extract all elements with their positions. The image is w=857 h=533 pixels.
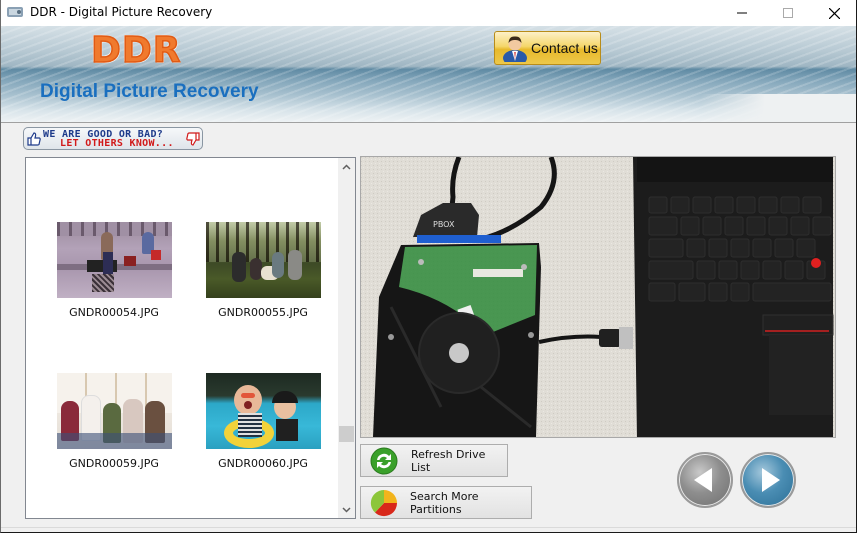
minimize-icon (737, 12, 747, 14)
file-thumbnail[interactable] (56, 373, 172, 449)
contact-us-button[interactable]: Contact us (494, 31, 601, 65)
file-name: GNDR00054.JPG (69, 306, 159, 319)
logo: DDR (90, 29, 182, 72)
file-item[interactable]: GNDR00055.JPG (203, 222, 323, 319)
support-person-icon (503, 36, 527, 62)
thumbs-up-icon (27, 132, 41, 146)
file-name: GNDR00060.JPG (218, 457, 308, 470)
header-banner: DDR Digital Picture Recovery Contact us (1, 26, 856, 122)
scroll-down-button[interactable] (338, 501, 355, 518)
file-name: GNDR00055.JPG (218, 306, 308, 319)
chevron-down-icon (342, 506, 351, 513)
title-bar: DDR - Digital Picture Recovery (1, 0, 856, 26)
feedback-line2: LET OTHERS KNOW... (60, 138, 174, 149)
file-item[interactable]: GNDR00059.JPG (54, 373, 174, 470)
window-title: DDR - Digital Picture Recovery (30, 5, 213, 19)
scroll-thumb[interactable] (339, 426, 354, 442)
app-window: DDR - Digital Picture Recovery DDR Digit… (0, 0, 857, 533)
refresh-icon (370, 447, 398, 474)
search-more-partitions-button[interactable]: Search More Partitions (360, 486, 532, 519)
thumbnail-grid: GNDR00054.JPG GNDR00055.JPG GNDR00059.JP… (26, 158, 339, 518)
minimize-button[interactable] (719, 0, 765, 26)
file-thumbnail[interactable] (205, 222, 321, 298)
close-icon (828, 7, 840, 19)
thumbs-down-icon (186, 132, 200, 146)
file-item[interactable]: GNDR00054.JPG (54, 222, 174, 319)
adapter-label: PBOX (433, 220, 455, 229)
search-more-partitions-label: Search More Partitions (410, 489, 479, 516)
refresh-drive-list-button[interactable]: Refresh Drive List (360, 444, 508, 477)
arrow-right-icon (761, 468, 780, 492)
refresh-drive-list-label: Refresh Drive List (411, 447, 486, 474)
arrow-left-icon (694, 468, 712, 492)
status-divider (1, 527, 856, 528)
pie-chart-icon (370, 489, 398, 516)
app-icon (7, 7, 23, 17)
drive-laptop-photo: PBOX (361, 157, 835, 437)
scroll-up-button[interactable] (338, 158, 355, 175)
feedback-button[interactable]: WE ARE GOOD OR BAD? LET OTHERS KNOW... (23, 127, 203, 150)
file-thumbnail[interactable] (56, 222, 172, 298)
next-button[interactable] (740, 452, 796, 508)
app-subtitle: Digital Picture Recovery (40, 81, 259, 102)
file-item[interactable]: GNDR00060.JPG (203, 373, 323, 470)
contact-us-label: Contact us (531, 40, 598, 56)
preview-image: PBOX (360, 156, 836, 438)
recovered-files-list[interactable]: GNDR00054.JPG GNDR00055.JPG GNDR00059.JP… (25, 157, 356, 519)
previous-button[interactable] (677, 452, 733, 508)
maximize-button[interactable] (765, 0, 811, 26)
banner-divider (1, 122, 856, 123)
close-button[interactable] (811, 0, 857, 26)
vertical-scrollbar[interactable] (338, 158, 355, 518)
file-name: GNDR00059.JPG (69, 457, 159, 470)
chevron-up-icon (342, 163, 351, 170)
file-thumbnail[interactable] (205, 373, 321, 449)
maximize-icon (783, 8, 793, 18)
